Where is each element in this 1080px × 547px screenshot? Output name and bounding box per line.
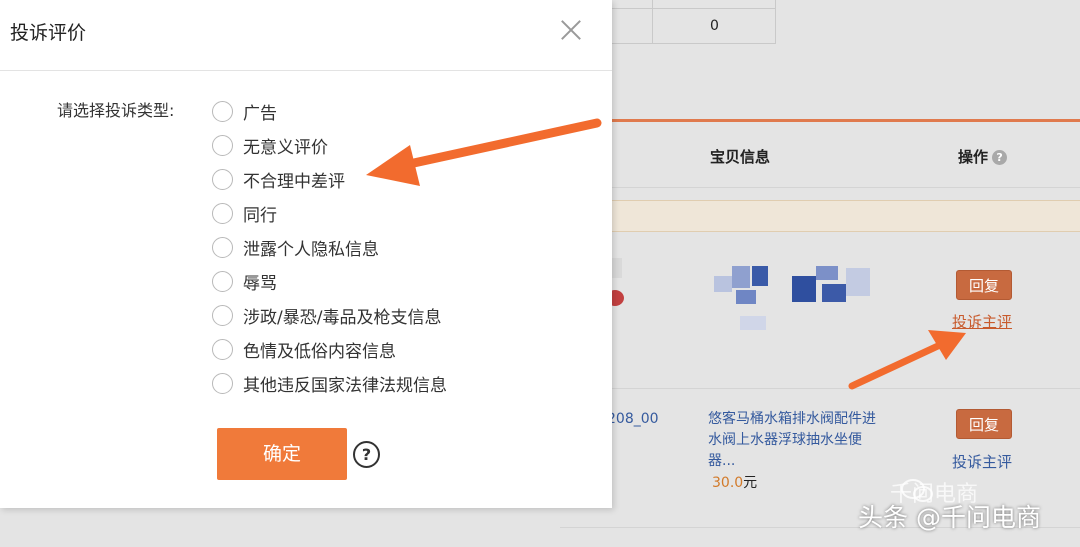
column-header-info: 宝贝信息 — [710, 148, 771, 166]
option-privacy-leak[interactable]: 泄露个人隐私信息 — [212, 230, 447, 264]
summary-count: 0 — [710, 18, 719, 34]
complain-main-review-link-row1[interactable]: 投诉主评 — [952, 311, 1012, 332]
confirm-button[interactable]: 确定 — [217, 428, 347, 480]
reply-button-row1[interactable]: 回复 — [956, 270, 1012, 300]
column-header-operation: 操作? — [958, 146, 1008, 167]
radio-button[interactable] — [212, 338, 233, 360]
help-icon[interactable]: ? — [992, 150, 1008, 165]
close-icon[interactable] — [558, 17, 584, 43]
dialog-title: 投诉评价 — [10, 22, 87, 44]
product-price: 30.0元 — [712, 475, 758, 491]
option-competitor[interactable]: 同行 — [212, 196, 447, 230]
radio-button[interactable] — [212, 100, 233, 122]
order-id-fragment[interactable]: 208_00 — [607, 411, 659, 427]
radio-button[interactable] — [212, 202, 233, 224]
complaint-dialog: 投诉评价 请选择投诉类型: 广告 无意义评价 不合理中差评 同行 泄露个人隐私信… — [0, 0, 612, 508]
reply-button-row2[interactable]: 回复 — [956, 409, 1012, 439]
complain-main-review-link-row2[interactable]: 投诉主评 — [952, 451, 1012, 472]
radio-button[interactable] — [212, 270, 233, 292]
option-meaningless-review[interactable]: 无意义评价 — [212, 128, 447, 162]
radio-button[interactable] — [212, 236, 233, 258]
option-ad[interactable]: 广告 — [212, 94, 447, 128]
table-header: 宝贝信息 操作? — [560, 122, 1080, 188]
complaint-type-options: 广告 无意义评价 不合理中差评 同行 泄露个人隐私信息 辱骂 涉政/暴恐/毒品及… — [212, 94, 447, 400]
notice-strip — [560, 200, 1080, 232]
question-mark-icon[interactable]: ? — [353, 441, 380, 468]
radio-button[interactable] — [212, 372, 233, 394]
option-pornographic[interactable]: 色情及低俗内容信息 — [212, 332, 447, 366]
option-political-terror-drugs[interactable]: 涉政/暴恐/毒品及枪支信息 — [212, 298, 447, 332]
complaint-type-label: 请选择投诉类型: — [57, 101, 175, 120]
option-unreasonable-negative-review[interactable]: 不合理中差评 — [212, 162, 447, 196]
row-divider — [560, 388, 1080, 389]
radio-button[interactable] — [212, 134, 233, 156]
product-title-link[interactable]: 悠客马桶水箱排水阀配件进水阀上水器浮球抽水坐便器... — [708, 409, 876, 472]
option-other-illegal[interactable]: 其他违反国家法律法规信息 — [212, 366, 447, 400]
radio-button[interactable] — [212, 168, 233, 190]
dialog-divider — [0, 70, 612, 71]
watermark-text: 头条 @千问电商 — [858, 503, 1041, 532]
radio-button[interactable] — [212, 304, 233, 326]
option-abuse[interactable]: 辱骂 — [212, 264, 447, 298]
